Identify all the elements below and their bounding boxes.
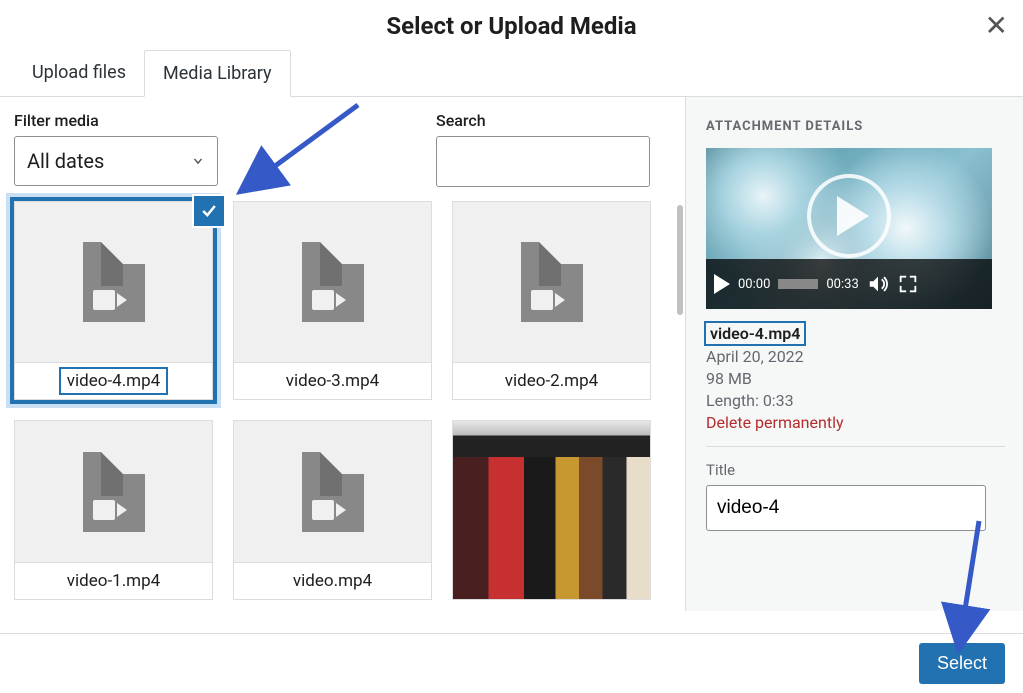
close-button[interactable]: ✕ xyxy=(985,12,1008,40)
media-item-image[interactable] xyxy=(452,420,651,600)
chevron-down-icon xyxy=(191,154,205,168)
media-item-label: video.mp4 xyxy=(234,562,431,599)
video-preview: 00:00 00:33 xyxy=(706,148,992,309)
delete-permanently-link[interactable]: Delete permanently xyxy=(706,413,1005,432)
filter-media-label: Filter media xyxy=(14,111,218,130)
media-thumbnail xyxy=(234,202,431,362)
attachment-date: April 20, 2022 xyxy=(706,347,1005,366)
video-controls: 00:00 00:33 xyxy=(706,259,992,309)
media-item-video-4[interactable]: video-4.mp4 xyxy=(14,201,213,400)
current-time: 00:00 xyxy=(738,277,770,292)
media-item-video[interactable]: video.mp4 xyxy=(233,420,432,600)
dialog-title: Select or Upload Media xyxy=(0,12,1023,40)
media-item-video-3[interactable]: video-3.mp4 xyxy=(233,201,432,400)
attachment-details-heading: ATTACHMENT DETAILS xyxy=(706,119,1005,134)
video-file-icon xyxy=(302,242,364,322)
tab-upload-files[interactable]: Upload files xyxy=(14,50,144,96)
media-thumbnail xyxy=(15,421,212,562)
media-browser: Filter media All dates Search xyxy=(0,97,685,611)
attachment-size: 98 MB xyxy=(706,369,1005,388)
media-thumbnail xyxy=(234,421,431,562)
video-file-icon xyxy=(83,242,145,322)
media-thumbnail xyxy=(15,202,212,362)
attachment-length: Length: 0:33 xyxy=(706,391,1005,410)
divider xyxy=(706,446,1005,447)
filter-date-value: All dates xyxy=(27,149,104,173)
media-thumbnail xyxy=(453,421,650,599)
volume-icon[interactable] xyxy=(867,273,889,295)
media-item-video-2[interactable]: video-2.mp4 xyxy=(452,201,651,400)
video-file-icon xyxy=(302,452,364,532)
selected-check-badge[interactable] xyxy=(192,194,226,228)
title-field-label: Title xyxy=(706,461,1005,479)
media-item-label: video-1.mp4 xyxy=(15,562,212,599)
media-item-video-1[interactable]: video-1.mp4 xyxy=(14,420,213,600)
select-button[interactable]: Select xyxy=(919,643,1005,684)
play-icon xyxy=(837,196,869,236)
media-item-label: video-4.mp4 xyxy=(15,362,212,399)
video-file-icon xyxy=(83,452,145,532)
play-overlay-button[interactable] xyxy=(807,174,891,258)
fullscreen-icon[interactable] xyxy=(897,273,919,295)
duration: 00:33 xyxy=(826,277,858,292)
filter-date-select[interactable]: All dates xyxy=(14,136,218,186)
media-thumbnail xyxy=(453,202,650,362)
title-input[interactable] xyxy=(706,485,986,531)
play-button[interactable] xyxy=(714,274,730,294)
search-label: Search xyxy=(436,111,650,130)
close-icon: ✕ xyxy=(985,9,1008,42)
media-grid: video-4.mp4 video-3.mp4 xyxy=(14,201,674,600)
scrollbar[interactable] xyxy=(677,205,683,315)
attachment-filename: video-4.mp4 xyxy=(706,323,804,344)
media-item-label: video-3.mp4 xyxy=(234,362,431,399)
media-item-label: video-2.mp4 xyxy=(453,362,650,399)
video-file-icon xyxy=(521,242,583,322)
check-icon xyxy=(199,201,219,221)
search-input[interactable] xyxy=(436,136,650,187)
tab-media-library[interactable]: Media Library xyxy=(144,50,291,97)
dialog-footer: Select xyxy=(0,633,1023,693)
attachment-details-panel: ATTACHMENT DETAILS 00:00 00:33 video-4.m… xyxy=(685,97,1023,611)
tab-bar: Upload files Media Library xyxy=(0,50,1023,97)
progress-bar[interactable] xyxy=(778,279,818,289)
